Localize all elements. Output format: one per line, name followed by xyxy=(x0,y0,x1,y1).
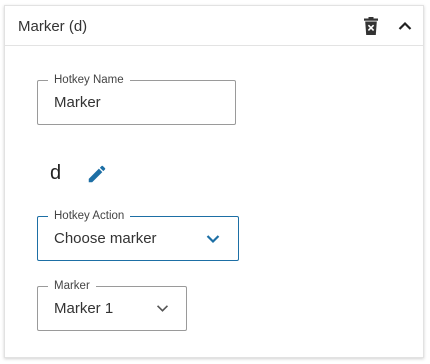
delete-icon[interactable] xyxy=(361,16,381,36)
marker-value: Marker 1 xyxy=(54,300,114,317)
hotkey-action-value: Choose marker xyxy=(54,230,157,247)
pencil-icon[interactable] xyxy=(86,163,108,185)
hotkey-action-select[interactable]: Hotkey Action Choose marker xyxy=(37,208,239,261)
panel-header[interactable]: Marker (d) xyxy=(5,6,423,46)
chevron-down-icon[interactable] xyxy=(156,287,169,330)
chevron-up-icon[interactable] xyxy=(395,16,415,36)
hotkey-name-value: Marker xyxy=(54,94,101,111)
chevron-down-icon[interactable] xyxy=(206,217,220,260)
hotkey-key-value: d xyxy=(50,162,62,184)
marker-select[interactable]: Marker Marker 1 xyxy=(37,278,187,331)
hotkey-panel: Marker (d) Hotkey Name Marker d Hotkey A… xyxy=(4,5,424,358)
hotkey-name-field[interactable]: Hotkey Name Marker xyxy=(37,72,236,125)
panel-title: Marker (d) xyxy=(18,18,88,35)
